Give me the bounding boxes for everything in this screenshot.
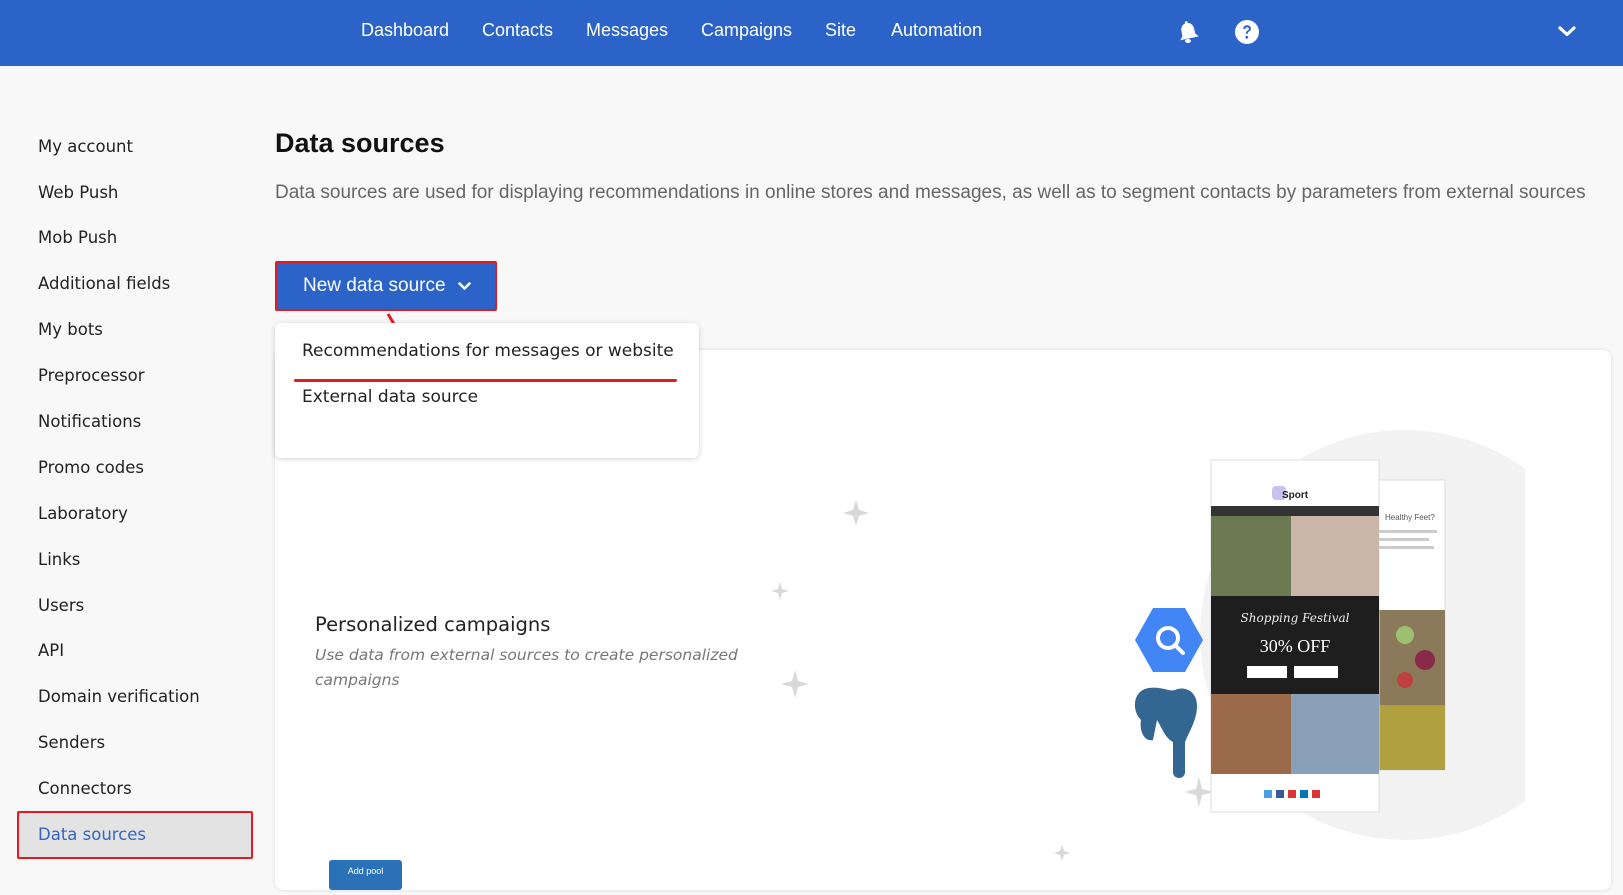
email-preview-front: Sport Shopping Festival 30% OFF	[1210, 459, 1380, 813]
bell-icon[interactable]	[1172, 16, 1204, 48]
sidebar-item-web-push[interactable]: Web Push	[38, 183, 118, 202]
sidebar-item-preprocessor[interactable]: Preprocessor	[38, 366, 145, 385]
annotation-underline	[294, 379, 677, 382]
settings-sidebar: My account Web Push Mob Push Additional …	[0, 66, 260, 870]
page-description: Data sources are used for displaying rec…	[275, 182, 1586, 203]
promo-title: Personalized campaigns	[315, 613, 551, 636]
sidebar-item-my-account[interactable]: My account	[38, 137, 133, 156]
dropdown-item-external-data-source[interactable]: External data source	[302, 387, 478, 407]
promo-subtitle: Use data from external sources to create…	[315, 646, 738, 689]
sidebar-item-my-bots[interactable]: My bots	[38, 320, 103, 339]
nav-site[interactable]: Site	[825, 20, 856, 41]
nav-dashboard[interactable]: Dashboard	[361, 20, 449, 41]
page-title: Data sources	[275, 128, 445, 158]
sidebar-item-links[interactable]: Links	[38, 550, 80, 569]
personalization-illustration: Healthy Feet? Sport Shopping Festival 30…	[765, 420, 1610, 890]
sidebar-item-senders[interactable]: Senders	[38, 733, 105, 752]
svg-text:30% OFF: 30% OFF	[1260, 636, 1331, 656]
sidebar-item-laboratory[interactable]: Laboratory	[38, 504, 128, 523]
sidebar-item-connectors[interactable]: Connectors	[38, 779, 132, 798]
sidebar-item-label: Data sources	[38, 825, 147, 844]
nav-campaigns[interactable]: Campaigns	[701, 20, 792, 41]
sidebar-item-promo-codes[interactable]: Promo codes	[38, 458, 144, 477]
new-data-source-button[interactable]: New data source	[275, 261, 497, 311]
new-data-source-dropdown: Recommendations for messages or website …	[275, 323, 699, 458]
add-pool-button[interactable]: Add pool	[329, 860, 402, 890]
new-data-source-label: New data source	[303, 275, 446, 296]
svg-text:Shopping Festival: Shopping Festival	[1241, 611, 1350, 625]
sparkle-icons	[771, 500, 1214, 861]
sidebar-item-mob-push[interactable]: Mob Push	[38, 228, 117, 247]
nav-contacts[interactable]: Contacts	[482, 20, 553, 41]
email-preview-back: Healthy Feet?	[1372, 479, 1446, 771]
chevron-down-icon	[457, 281, 471, 291]
sidebar-item-api[interactable]: API	[38, 641, 64, 660]
sidebar-item-users[interactable]: Users	[38, 596, 84, 615]
help-icon[interactable]	[1231, 16, 1263, 48]
sidebar-item-domain-verification[interactable]: Domain verification	[38, 687, 200, 706]
top-navigation-bar: Dashboard Contacts Messages Campaigns Si…	[0, 0, 1623, 66]
sidebar-item-notifications[interactable]: Notifications	[38, 412, 141, 431]
bigquery-icon	[1135, 608, 1203, 672]
nav-messages[interactable]: Messages	[586, 20, 668, 41]
chevron-down-icon[interactable]	[1551, 16, 1583, 48]
postgresql-icon	[1134, 687, 1197, 778]
sidebar-item-data-sources[interactable]: Data sources	[17, 811, 253, 859]
dropdown-item-recommendations[interactable]: Recommendations for messages or website	[302, 341, 674, 361]
sidebar-item-additional-fields[interactable]: Additional fields	[38, 274, 170, 293]
svg-text:Healthy Feet?: Healthy Feet?	[1385, 513, 1435, 522]
nav-automation[interactable]: Automation	[891, 20, 982, 41]
svg-text:Sport: Sport	[1282, 490, 1309, 501]
